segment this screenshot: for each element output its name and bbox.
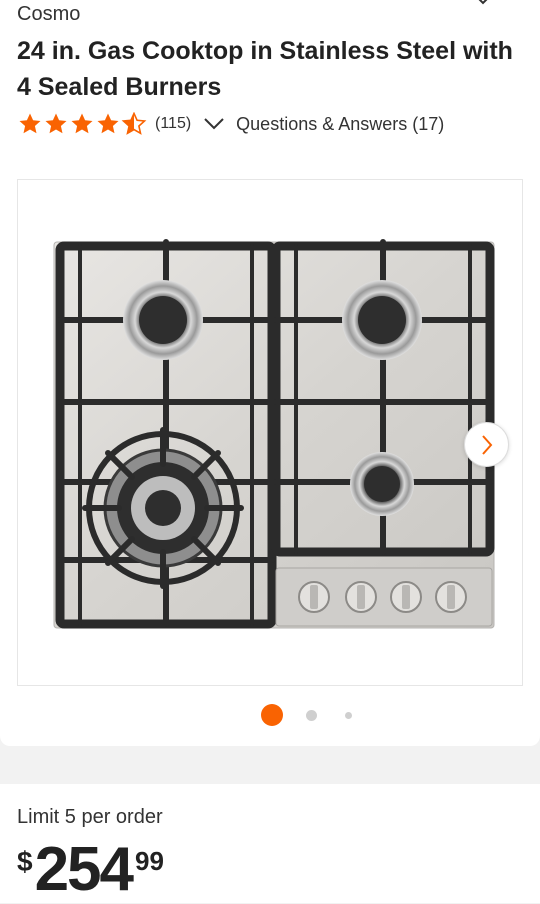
star-full-icon: [19, 113, 41, 134]
product-image-frame[interactable]: [17, 179, 523, 686]
product-image: [53, 239, 495, 629]
questions-answers-link[interactable]: Questions & Answers (17): [236, 114, 444, 135]
next-image-button[interactable]: [464, 422, 509, 467]
carousel-dot-active[interactable]: [261, 704, 283, 726]
star-half-icon: [121, 112, 147, 135]
star-full-icon: [97, 113, 119, 134]
chevron-down-icon[interactable]: [474, 0, 492, 8]
review-count[interactable]: (115): [155, 115, 191, 133]
chevron-right-icon: [481, 434, 492, 455]
chevron-down-icon[interactable]: [203, 117, 225, 131]
price-dollars: 254: [34, 835, 134, 904]
carousel-dot[interactable]: [345, 712, 352, 719]
star-full-icon: [45, 113, 67, 134]
product-title: 24 in. Gas Cooktop in Stainless Steel wi…: [17, 37, 513, 101]
price-currency: $: [17, 846, 33, 877]
carousel-dots: [0, 703, 540, 727]
price-cents: 99: [135, 846, 164, 876]
star-full-icon: [71, 113, 93, 134]
price-section: Limit 5 per order $ 254 99: [0, 784, 540, 903]
carousel-dot[interactable]: [306, 710, 317, 721]
product-card: Cosmo 24 in. Gas Cooktop in Stainless St…: [0, 0, 540, 746]
rating-row[interactable]: (115) Questions & Answers (17): [17, 111, 444, 137]
order-limit-text: Limit 5 per order: [17, 806, 163, 828]
star-rating: [17, 112, 147, 136]
brand-name[interactable]: Cosmo: [17, 3, 80, 26]
product-price: $ 254 99: [17, 838, 164, 902]
